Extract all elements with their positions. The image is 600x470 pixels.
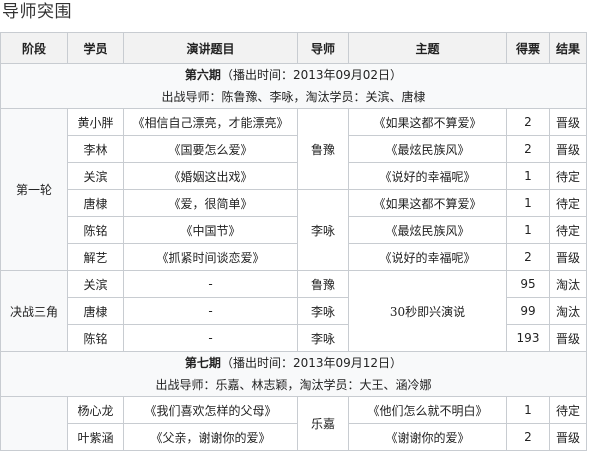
speech-cell: 《爱，很简单》: [123, 189, 298, 217]
votes-cell: 2: [506, 423, 550, 451]
result-cell: 晋级: [549, 135, 587, 163]
table-row: 陈铭 《中国节》 《最炫民族风》 1 待定: [1, 216, 587, 244]
mentor-cell: 鲁豫: [297, 108, 349, 190]
header-row: 阶段 学员 演讲题目 导师 主题 得票 结果: [0, 32, 587, 64]
stage-round1: 第一轮: [0, 108, 68, 271]
result-cell: 淘汰: [549, 297, 587, 325]
period-6-info: 出战导师：陈鲁豫、李咏，淘汰学员：关滨、唐棣: [161, 90, 426, 104]
theme-cell: 《如果这都不算爱》: [348, 189, 507, 217]
speech-cell: 《我们喜欢怎样的父母》: [123, 396, 298, 424]
votes-cell: 1: [506, 216, 550, 244]
theme-cell: 《如果这都不算爱》: [348, 108, 507, 136]
votes-cell: 1: [506, 396, 550, 424]
mentor-cell: 李咏: [297, 324, 349, 352]
mentor-cell: 李咏: [297, 297, 349, 325]
period-row: 第七期（播出时间：2013年09月12日） 出战导师：乐嘉、林志颖，淘汰学员：大…: [0, 351, 587, 397]
col-header-theme: 主题: [348, 32, 507, 64]
student-cell: 关滨: [67, 162, 124, 190]
period-row: 第六期（播出时间：2013年09月02日） 出战导师：陈鲁豫、李咏，淘汰学员：关…: [0, 63, 587, 109]
votes-cell: 2: [506, 108, 550, 136]
period-7-label: 第七期: [184, 356, 221, 370]
speech-cell: 《相信自己漂亮，才能漂亮》: [123, 108, 298, 136]
mentor-cell: 乐嘉: [297, 396, 349, 451]
student-cell: 关滨: [67, 270, 124, 298]
period-7-cell: 第七期（播出时间：2013年09月12日） 出战导师：乐嘉、林志颖，淘汰学员：大…: [0, 351, 587, 397]
student-cell: 杨心龙: [67, 396, 124, 424]
votes-cell: 99: [506, 297, 550, 325]
table-row: 杨心龙 《我们喜欢怎样的父母》 乐嘉 《他们怎么就不明白》 1 待定: [0, 396, 587, 451]
col-header-result: 结果: [549, 32, 587, 64]
student-cell: 陈铭: [67, 324, 124, 352]
speech-cell: -: [123, 297, 298, 325]
theme-cell: 《谢谢你的爱》: [348, 423, 507, 451]
student-cell: 李林: [67, 135, 124, 163]
period-7-title: 第七期（播出时间：2013年09月12日）: [184, 356, 403, 370]
votes-cell: 2: [506, 243, 550, 271]
theme-cell: 《最炫民族风》: [348, 216, 507, 244]
period-7-info: 出战导师：乐嘉、林志颖，淘汰学员：大王、涵冷娜: [155, 378, 432, 392]
theme-cell: 《说好的幸福呢》: [348, 162, 507, 190]
student-cell: 陈铭: [67, 216, 124, 244]
speech-cell: 《婚姻这出戏》: [123, 162, 298, 190]
stage-final: 决战三角: [0, 270, 68, 352]
speech-cell: 《抓紧时间谈恋爱》: [123, 243, 298, 271]
period-6-date: 2013年09月02日: [292, 68, 391, 82]
votes-cell: 95: [506, 270, 550, 298]
table-row: 第一轮 黄小胖 《相信自己漂亮，才能漂亮》 鲁豫 《如果这都不算爱》 2 晋级: [0, 108, 587, 271]
stage-p7: [0, 396, 68, 451]
result-cell: 待定: [549, 162, 587, 190]
speech-cell: -: [123, 270, 298, 298]
table-row: 李林 《国要怎么爱》 《最炫民族风》 2 晋级: [1, 135, 587, 163]
student-cell: 黄小胖: [67, 108, 124, 136]
votes-cell: 1: [506, 162, 550, 190]
period-6-label: 第六期: [184, 68, 221, 82]
theme-cell: 30秒即兴演说: [348, 270, 507, 352]
result-cell: 待定: [549, 216, 587, 244]
votes-cell: 2: [506, 135, 550, 163]
student-cell: 解艺: [67, 243, 124, 271]
col-header-student: 学员: [67, 32, 124, 64]
votes-cell: 1: [506, 189, 550, 217]
speech-cell: 《国要怎么爱》: [123, 135, 298, 163]
page-title: 导师突围: [2, 2, 72, 22]
speech-cell: -: [123, 324, 298, 352]
result-cell: 晋级: [549, 108, 587, 136]
result-cell: 晋级: [549, 243, 587, 271]
table-row: 唐棣 《爱，很简单》 李咏 《如果这都不算爱》 1 待定: [1, 189, 587, 271]
col-header-votes: 得票: [506, 32, 550, 64]
table-row: 叶紫涵 《父亲，谢谢你的爱》 《谢谢你的爱》 2 晋级: [1, 423, 587, 451]
table-row: 关滨 《婚姻这出戏》 《说好的幸福呢》 1 待定: [1, 162, 587, 190]
period-6-cell: 第六期（播出时间：2013年09月02日） 出战导师：陈鲁豫、李咏，淘汰学员：关…: [0, 63, 587, 109]
mentor-cell: 李咏: [297, 189, 349, 271]
period-7-date: 2013年09月12日: [292, 356, 391, 370]
student-cell: 唐棣: [67, 189, 124, 217]
theme-cell: 《他们怎么就不明白》: [348, 396, 507, 424]
student-cell: 叶紫涵: [67, 423, 124, 451]
speech-cell: 《中国节》: [123, 216, 298, 244]
contestant-table: 阶段 学员 演讲题目 导师 主题 得票 结果 第六期（播出时间：2013年09月…: [0, 32, 587, 451]
col-header-mentor: 导师: [297, 32, 349, 64]
col-header-stage: 阶段: [0, 32, 68, 64]
result-cell: 待定: [549, 189, 587, 217]
speech-cell: 《父亲，谢谢你的爱》: [123, 423, 298, 451]
votes-cell: 193: [506, 324, 550, 352]
student-cell: 唐棣: [67, 297, 124, 325]
theme-cell: 《最炫民族风》: [348, 135, 507, 163]
table-row: 决战三角 关滨 - 鲁豫 30秒即兴演说 95 淘汰: [0, 270, 587, 352]
result-cell: 待定: [549, 396, 587, 424]
col-header-speech: 演讲题目: [123, 32, 298, 64]
theme-cell: 《说好的幸福呢》: [348, 243, 507, 271]
table-row: 解艺 《抓紧时间谈恋爱》 《说好的幸福呢》 2 晋级: [1, 243, 587, 271]
period-6-title: 第六期（播出时间：2013年09月02日）: [184, 68, 403, 82]
result-cell: 晋级: [549, 423, 587, 451]
mentor-cell: 鲁豫: [297, 270, 349, 298]
result-cell: 淘汰: [549, 270, 587, 298]
result-cell: 晋级: [549, 324, 587, 352]
